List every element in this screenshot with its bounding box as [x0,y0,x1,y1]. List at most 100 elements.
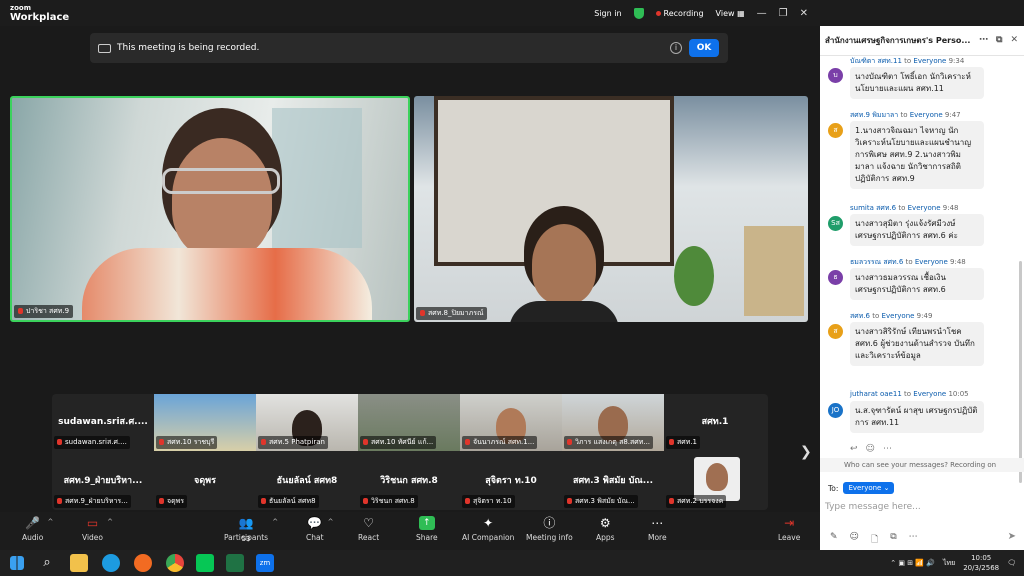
view-button[interactable]: View ▦ [716,9,745,18]
meeting-info-button[interactable]: ⓘ Meeting info [526,516,573,542]
avatar[interactable]: ธ [828,270,843,285]
message-meta: ธมลวรรณ สศท.6 to Everyone 9:48 [850,257,1016,268]
participant-label: วิริชนก สศท.8 [360,495,418,508]
participant-label: สุจิตรา ท.10 [462,495,515,508]
ai-companion-label: AI Companion [462,533,515,542]
participant-label-text: สศท.3 พิสมัย บัณ... [575,497,635,505]
recipient-row: To: Everyone ⌄ [828,482,895,494]
emoji-icon[interactable]: ☺ [850,532,859,548]
more-icon[interactable]: ⋯ [909,532,918,548]
popout-icon[interactable]: ⧉ [996,35,1002,45]
video-button[interactable]: ▭ Video ^ [82,516,113,542]
gallery-tile[interactable]: วิภาร แสงเกตุ ส8.สศท... [562,394,664,451]
chrome-icon[interactable] [166,554,184,572]
clock[interactable]: 10:05 20/3/2568 [963,553,999,573]
search-icon[interactable]: ⌕ [38,554,56,572]
avatar[interactable]: บ [828,68,843,83]
close-chat-icon[interactable]: ✕ [1010,35,1018,45]
video-tile-2[interactable]: สศท.8_ปิยมาภรณ์ [414,96,808,322]
more-icon[interactable]: ⋯ [883,444,892,454]
gallery-tile[interactable]: จันนาภรณ์ สศท.1... [460,394,562,451]
file-explorer-icon[interactable] [70,554,88,572]
camera-record-icon [98,43,111,53]
view-label: View [715,8,735,18]
gallery-tile[interactable]: วิริชนก สศท.8 วิริชนก สศท.8 [358,453,460,510]
gallery-tile[interactable]: สศท.10 ราชบุรี [154,394,256,451]
apps-button[interactable]: ⚙ Apps [596,516,615,542]
gallery-tile[interactable]: สุจิตรา ท.10 สุจิตรา ท.10 [460,453,562,510]
gallery-tile[interactable]: สศท.5 Phatpiran [256,394,358,451]
caret-up-icon[interactable]: ^ [272,518,278,526]
participant-label-text: สศท.5 Phatpiran [269,438,325,446]
gallery-tile[interactable]: สศท.2 บรรจงค [664,453,766,510]
firefox-icon[interactable] [134,554,152,572]
participants-button[interactable]: 👥 53 Participants ^ [224,516,278,543]
sign-in-button[interactable]: Sign in [594,9,621,18]
avatar[interactable]: JO [828,403,843,418]
caret-up-icon[interactable]: ^ [328,518,334,526]
gallery-tile[interactable]: จดุพร จดุพร [154,453,256,510]
recording-indicator[interactable]: Recording [655,9,704,18]
restore-icon[interactable]: ❐ [779,8,788,19]
close-window-icon[interactable]: ✕ [800,8,808,19]
participant-name: สศท.1 [701,417,729,427]
chat-button[interactable]: 💬 Chat ^ [306,516,334,542]
send-icon[interactable]: ➤ [1008,531,1016,542]
minimize-icon[interactable]: — [757,8,767,19]
avatar[interactable]: Sส [828,216,843,231]
gallery-tile[interactable]: สศท.9_ฝ่ายบริหา... สศท.9_ฝ่ายบริหาร... [52,453,154,510]
ai-companion-button[interactable]: ✦ AI Companion [462,516,514,542]
react-label: React [358,533,380,542]
zoom-taskbar-icon[interactable]: zm [256,554,274,572]
edge-icon[interactable] [102,554,120,572]
emoji-icon[interactable]: ☺ [866,444,875,454]
file-icon[interactable]: 🗋 [871,532,878,548]
gallery-tile[interactable]: สศท.3 พิสมัย บัณ... สศท.3 พิสมัย บัณ... [562,453,664,510]
message-meta: สศท.9 พิมมาลา to Everyone 9:47 [850,110,1016,121]
participant-name: ธันยลัลน์ สศท8 [276,476,338,486]
windows-start-icon[interactable] [10,556,24,570]
video-tile-speaker[interactable]: ปาริชา สศท.9 [10,96,410,322]
participant-label-text: sudawan.sriส.ศ.... [65,438,127,446]
message-time: 10:05 [948,390,969,398]
format-icon[interactable]: ✎ [830,532,838,548]
participant-label: ธันยลัลน์ สศท8 [258,495,319,508]
reply-icon[interactable]: ↩ [850,444,858,454]
avatar[interactable]: ส [828,324,843,339]
line-icon[interactable] [196,554,214,572]
shield-icon[interactable] [633,7,644,19]
screenshot-icon[interactable]: ⧉ [890,532,896,548]
avatar[interactable]: ส [828,123,843,138]
more-options-icon[interactable]: ⋯ [979,35,988,45]
gallery-tile[interactable]: สศท.10 ทัศนีย์ แก้... [358,394,460,451]
tray-icons[interactable]: ⌃ ▣ ⊞ 📶 🔊 [890,559,935,567]
chevron-down-icon: ⌄ [883,484,890,492]
language-indicator[interactable]: ไทย [943,558,955,569]
share-button[interactable]: ↑ Share [416,516,438,542]
plant [674,246,714,306]
chat-message: สศท.9 พิมมาลา to Everyone 9:47 ส 1.นางสา… [826,110,1016,189]
gallery-tile[interactable]: ธันยลัลน์ สศท8 ธันยลัลน์ สศท8 [256,453,358,510]
more-label: More [648,533,667,542]
react-button[interactable]: ♡ React [358,516,379,542]
more-button[interactable]: ⋯ More [648,516,667,542]
info-icon[interactable]: i [670,42,682,54]
chat-scrollbar[interactable] [1019,261,1022,483]
message-meta: บัณฑิตา สศท.11 to Everyone 9:34 [850,56,1016,67]
leave-button[interactable]: ⇥ Leave [778,516,800,542]
message-time: 9:47 [944,111,961,119]
caret-up-icon[interactable]: ^ [107,518,113,526]
gallery-tile[interactable]: sudawan.sriส.ศ.... sudawan.sriส.ศ.... [52,394,154,451]
excel-icon[interactable] [226,554,244,572]
gallery-tile[interactable]: สศท.1 สศท.1 [664,394,766,451]
notification-icon[interactable]: 🗨 [1007,559,1016,567]
recipient-dropdown[interactable]: Everyone ⌄ [843,482,895,494]
ok-button[interactable]: OK [689,39,719,57]
sparkle-icon: ✦ [483,516,494,530]
who-can-see-notice[interactable]: Who can see your messages? Recording on [820,458,1024,472]
caret-up-icon[interactable]: ^ [47,518,53,526]
message-input[interactable]: Type message here... [825,502,921,512]
to-text: to [872,312,880,320]
chevron-right-icon[interactable]: ❯ [800,444,812,460]
audio-button[interactable]: 🎤 Audio ^ [22,516,53,542]
